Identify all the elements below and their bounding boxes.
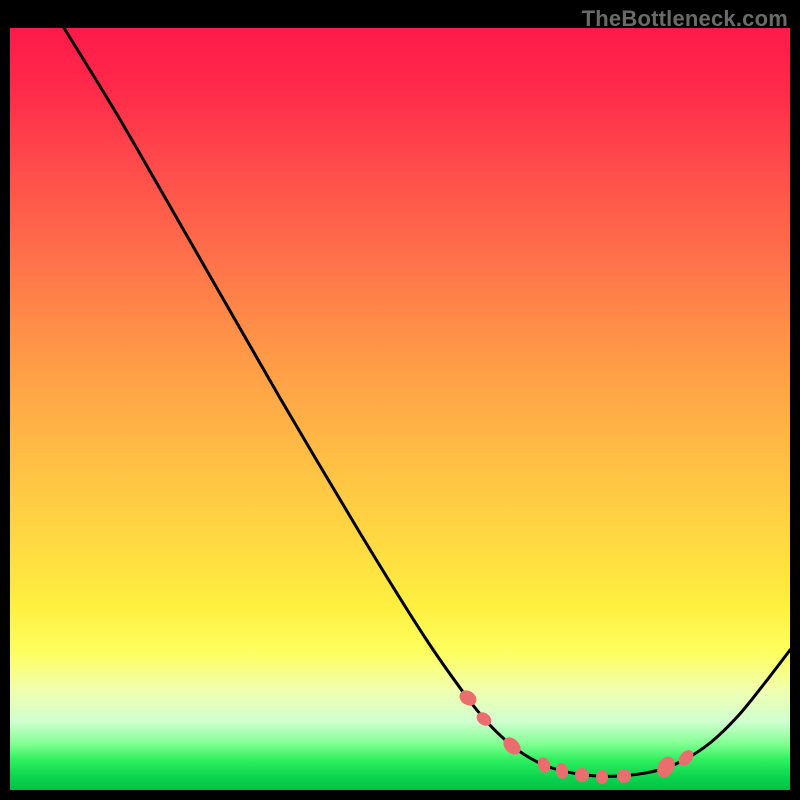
bottleneck-curve: [64, 28, 790, 776]
curve-marker: [554, 762, 569, 780]
chart-container: TheBottleneck.com: [0, 0, 800, 800]
curve-marker: [616, 768, 632, 784]
plot-area: [10, 28, 790, 790]
curve-marker: [575, 768, 589, 782]
curve-svg: [10, 28, 790, 790]
curve-marker: [676, 747, 697, 769]
curve-marker: [536, 755, 553, 774]
curve-markers: [457, 687, 697, 784]
curve-marker: [457, 687, 480, 708]
curve-marker: [654, 753, 679, 780]
curve-marker: [596, 770, 608, 784]
